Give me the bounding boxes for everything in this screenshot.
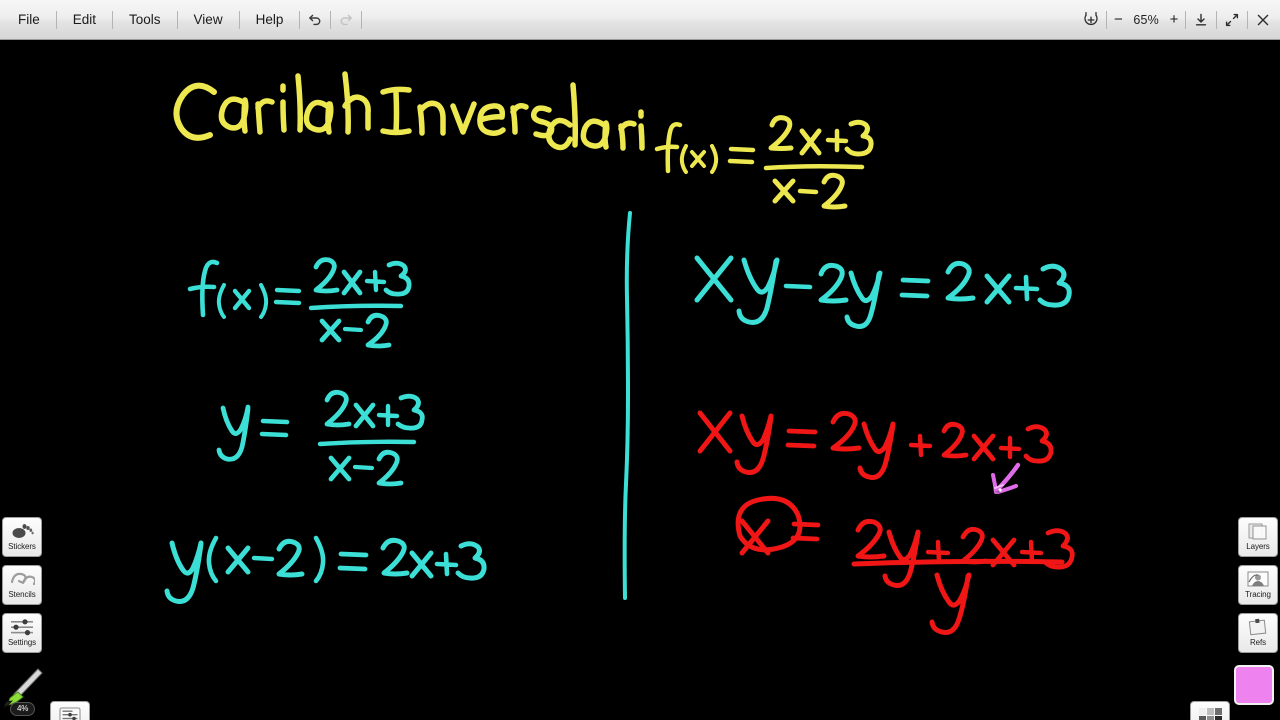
menu-divider	[299, 10, 301, 29]
tool-samples[interactable]: Samples	[1190, 701, 1230, 720]
pen-opacity-badge: 4%	[10, 702, 36, 716]
tool-settings[interactable]: Settings	[2, 613, 42, 653]
toolbar-divider	[361, 10, 363, 29]
tool-stencils[interactable]: Stencils	[2, 565, 42, 605]
pen-tool[interactable]: 4%	[2, 665, 44, 717]
menu-divider	[176, 10, 178, 29]
tool-tracing-label: Tracing	[1245, 590, 1271, 599]
undo-button[interactable]	[302, 7, 328, 33]
menu-divider	[238, 10, 240, 29]
toolbar-right-group: − 65% +	[1078, 0, 1276, 39]
menu-view[interactable]: View	[180, 9, 237, 31]
vertical-divider-stroke	[622, 211, 632, 600]
toolbar-divider	[1106, 10, 1108, 29]
toolbar-left-group: File Edit Tools View Help	[4, 0, 364, 39]
tool-stickers-label: Stickers	[8, 542, 36, 551]
menu-divider	[112, 10, 114, 29]
tracing-image-icon	[1243, 568, 1273, 590]
reset-view-button[interactable]	[1078, 7, 1104, 33]
undo-arrow-icon	[307, 12, 323, 28]
close-icon	[1257, 14, 1269, 25]
footprint-icon	[7, 520, 37, 542]
top-toolbar: File Edit Tools View Help − 65% +	[0, 0, 1280, 40]
redo-button[interactable]	[333, 7, 359, 33]
app-window: File Edit Tools View Help − 65% + Sticke…	[0, 0, 1280, 720]
left-column-handwriting	[164, 257, 487, 604]
reset-zoom-icon	[1082, 11, 1100, 29]
toolbar-divider	[1247, 10, 1248, 29]
tool-layers-label: Layers	[1246, 542, 1270, 551]
menu-tools[interactable]: Tools	[115, 9, 175, 31]
redo-arrow-icon	[338, 12, 354, 28]
download-button[interactable]	[1188, 7, 1214, 33]
swirl-icon	[7, 568, 37, 590]
tool-refs[interactable]: Refs	[1238, 613, 1278, 653]
equation-right-1-handwriting	[694, 255, 1072, 329]
expand-icon	[1225, 13, 1239, 26]
zoom-out-button[interactable]: −	[1109, 11, 1127, 28]
tool-refs-label: Refs	[1249, 638, 1267, 647]
download-icon	[1193, 12, 1209, 28]
menu-divider	[55, 10, 57, 29]
zoom-level-label: 65%	[1133, 12, 1159, 27]
layers-icon	[1243, 520, 1273, 542]
color-grid-icon	[1195, 704, 1225, 720]
expand-button[interactable]	[1219, 7, 1245, 33]
tool-layers[interactable]: Layers	[1238, 517, 1278, 557]
title-handwriting	[173, 71, 874, 210]
active-color-swatch[interactable]	[1234, 665, 1274, 705]
toolbar-divider	[1216, 10, 1217, 29]
zoom-in-button[interactable]: +	[1165, 11, 1183, 28]
tool-presets[interactable]: Presets	[50, 701, 90, 720]
tool-tracing[interactable]: Tracing	[1238, 565, 1278, 605]
sliders-icon	[7, 616, 37, 638]
toolbar-divider	[1185, 10, 1186, 29]
menu-edit[interactable]: Edit	[59, 9, 110, 31]
tool-settings-label: Settings	[7, 638, 37, 647]
reference-note-icon	[1243, 616, 1273, 638]
undo-redo-divider	[330, 10, 332, 29]
tool-stickers[interactable]: Stickers	[2, 517, 42, 557]
equation-right-3-handwriting	[735, 495, 1075, 635]
tool-stencils-label: Stencils	[8, 590, 36, 599]
presets-list-icon	[55, 704, 85, 720]
close-button[interactable]	[1250, 7, 1276, 33]
menu-file[interactable]: File	[4, 9, 54, 31]
drawing-canvas[interactable]: Stickers Stencils Settings 4% Layers Tra…	[0, 40, 1280, 720]
menu-help[interactable]: Help	[242, 9, 298, 31]
ink-layer	[164, 71, 1075, 635]
equation-right-2-handwriting	[697, 410, 1054, 480]
